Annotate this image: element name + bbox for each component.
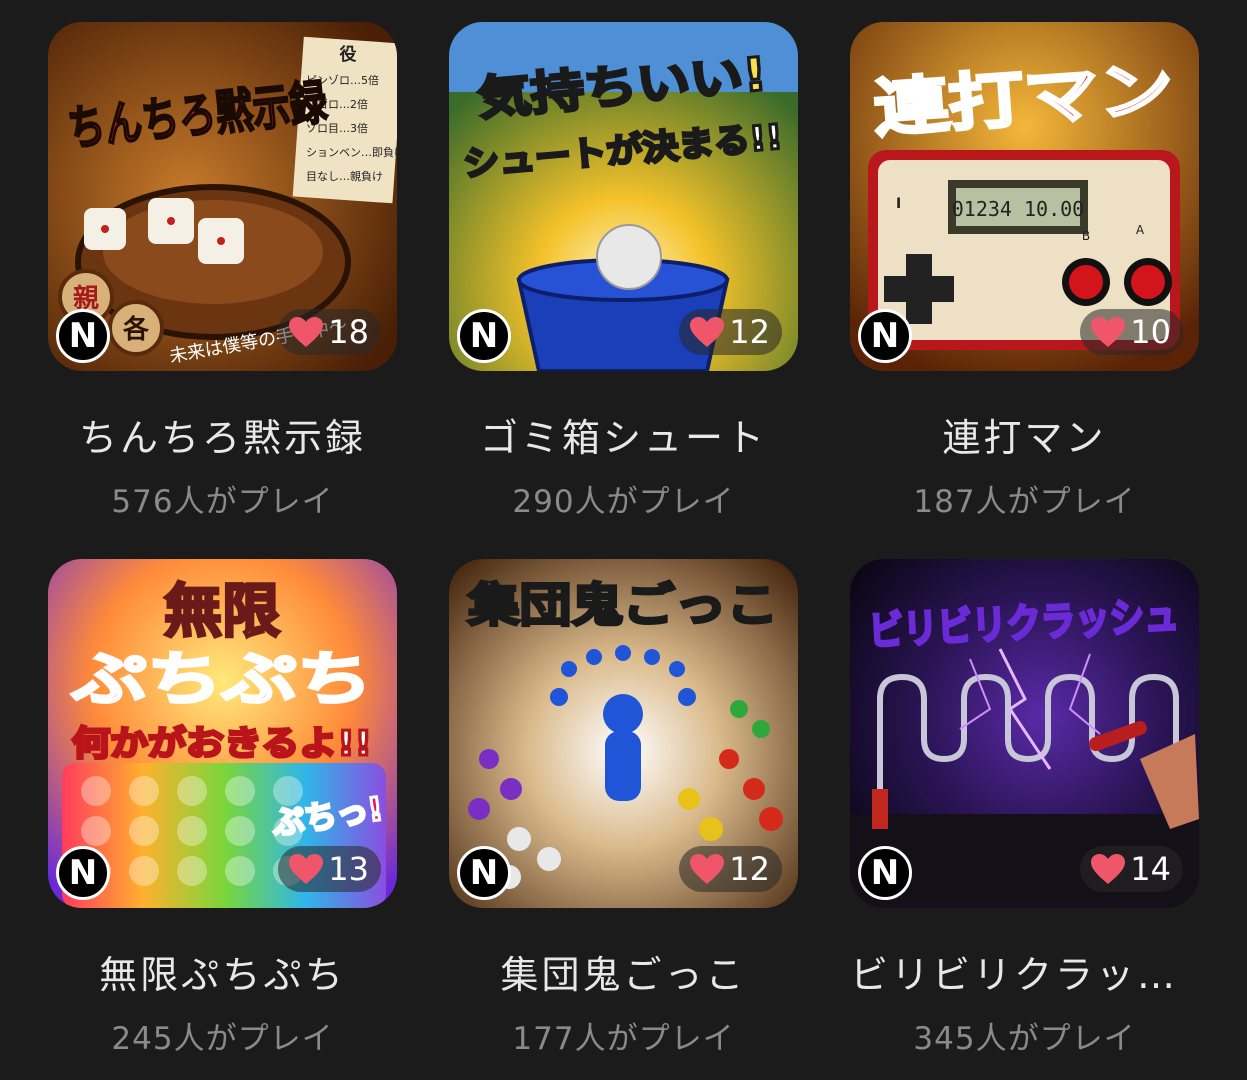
heart-icon [289, 317, 324, 347]
art-title-text: 無限 [164, 577, 280, 645]
game-title[interactable]: 連打マン [850, 407, 1199, 462]
like-counter[interactable]: 14 [1080, 846, 1183, 892]
like-counter[interactable]: 12 [679, 309, 782, 355]
heart-icon [690, 317, 725, 347]
n-badge-icon: N [56, 309, 110, 363]
heart-icon [1091, 317, 1126, 347]
game-thumbnail[interactable]: 気持ちいい! シュートが決まる!! N 12 [449, 22, 798, 371]
like-count: 12 [729, 313, 770, 351]
game-title[interactable]: 集団鬼ごっこ [449, 944, 798, 999]
n-badge-icon: N [858, 309, 912, 363]
like-count: 13 [328, 850, 369, 888]
like-counter[interactable]: 12 [679, 846, 782, 892]
lcd-text: 01234 10.00 [952, 197, 1084, 221]
like-counter[interactable]: 10 [1080, 309, 1183, 355]
n-badge-icon: N [858, 846, 912, 900]
play-count: 345人がプレイ [913, 1021, 1136, 1057]
game-thumbnail[interactable]: 無限 ぷちぷち 何かがおきるよ!! ぷちっ! N 13 [48, 559, 397, 908]
heart-icon [1091, 854, 1126, 884]
art-sub-text: 何かがおきるよ!! [72, 724, 372, 764]
like-count: 10 [1130, 313, 1171, 351]
like-count: 12 [729, 850, 770, 888]
chip-text: 各 [122, 314, 150, 345]
play-count: 290人がプレイ [512, 484, 735, 520]
game-thumbnail[interactable]: 01234 10.00 B A I 連打マン N 10 [850, 22, 1199, 371]
game-card-chinchiro[interactable]: 親 各 役 ピンゾロ…5倍 シゴロ…2倍 ゾロ目…3倍 ションベン…即負け 目な… [48, 22, 397, 521]
game-card-trash-shoot[interactable]: 気持ちいい! シュートが決まる!! N 12 ゴミ箱シュート 290人がプレイ [449, 22, 798, 521]
like-count: 14 [1130, 850, 1171, 888]
play-count: 576人がプレイ [111, 484, 334, 520]
game-thumbnail[interactable]: 親 各 役 ピンゾロ…5倍 シゴロ…2倍 ゾロ目…3倍 ションベン…即負け 目な… [48, 22, 397, 371]
art-title-text: 集団鬼ごっこ [467, 578, 778, 632]
button-i-label: I [896, 196, 901, 212]
play-count: 187人がプレイ [913, 484, 1136, 520]
game-card-renda-man[interactable]: 01234 10.00 B A I 連打マン N 10 連打マン 187人がプレ… [850, 22, 1199, 521]
game-title[interactable]: ちんちろ黙示録 [48, 407, 397, 462]
like-counter[interactable]: 13 [278, 846, 381, 892]
play-count: 245人がプレイ [111, 1021, 334, 1057]
heart-icon [289, 854, 324, 884]
n-badge-icon: N [457, 309, 511, 363]
like-count: 18 [328, 313, 369, 351]
n-badge-icon: N [457, 846, 511, 900]
button-b-label: B [1082, 229, 1090, 243]
game-card-puchipuchi[interactable]: 無限 ぷちぷち 何かがおきるよ!! ぷちっ! N 13 無限ぷちぷち 245人が… [48, 559, 397, 1058]
game-card-biribiri-crash[interactable]: ビリビリクラッシュ N 14 ビリビリクラッシュ 345人がプレイ [850, 559, 1199, 1058]
rules-head: 役 [340, 44, 357, 65]
game-card-shudan-onigokko[interactable]: 集団鬼ごっこ N 12 集団鬼ごっこ 177人がプレイ [449, 559, 798, 1058]
rule-4: ションベン…即負け [306, 146, 397, 159]
art-title2-text: ぷちぷち [71, 645, 372, 713]
game-title[interactable]: ゴミ箱シュート [449, 407, 798, 462]
game-title[interactable]: 無限ぷちぷち [48, 944, 397, 999]
game-thumbnail[interactable]: 集団鬼ごっこ N 12 [449, 559, 798, 908]
heart-icon [690, 854, 725, 884]
rule-5: 目なし…親負け [306, 170, 383, 183]
game-thumbnail[interactable]: ビリビリクラッシュ N 14 [850, 559, 1199, 908]
like-counter[interactable]: 18 [278, 309, 381, 355]
n-badge-icon: N [56, 846, 110, 900]
button-a-label: A [1136, 223, 1145, 237]
play-count: 177人がプレイ [512, 1021, 735, 1057]
game-title[interactable]: ビリビリクラッシュ [850, 944, 1199, 999]
